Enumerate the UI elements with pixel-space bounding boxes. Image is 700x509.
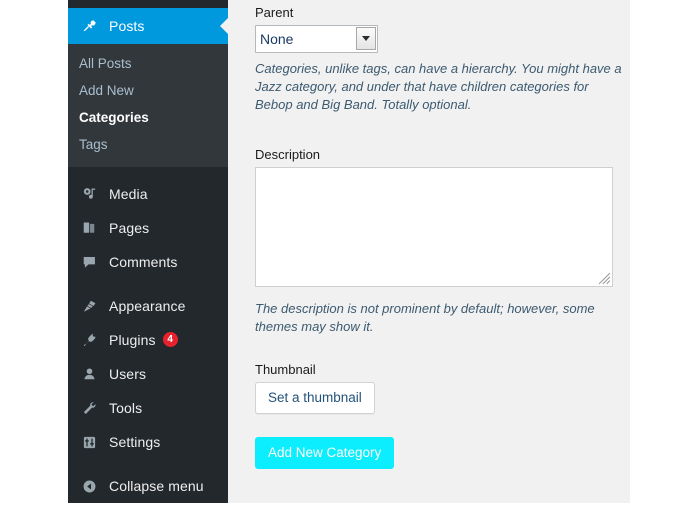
description-textarea-wrapper <box>255 167 613 287</box>
sidebar-item-users[interactable]: Users <box>68 357 228 391</box>
collapse-menu-button[interactable]: Collapse menu <box>68 469 228 503</box>
posts-submenu: All Posts Add New Categories Tags <box>68 44 228 167</box>
active-arrow-notch <box>220 17 228 35</box>
sidebar-item-plugins[interactable]: Plugins 4 <box>68 323 228 357</box>
thumbnail-label: Thumbnail <box>255 362 316 377</box>
comments-icon <box>78 252 100 272</box>
set-thumbnail-button[interactable]: Set a thumbnail <box>255 382 375 414</box>
description-textarea[interactable] <box>255 167 613 287</box>
thumbnail-field: Thumbnail Set a thumbnail <box>255 362 375 414</box>
sidebar-item-label: Users <box>109 366 147 382</box>
sidebar-item-label: Media <box>109 186 148 202</box>
sidebar-item-label: Tools <box>109 400 143 416</box>
sidebar-item-settings[interactable]: Settings <box>68 425 228 459</box>
wordpress-admin-page: Posts All Posts Add New Categories Tags <box>0 0 700 509</box>
sidebar-item-tools[interactable]: Tools <box>68 391 228 425</box>
paintbrush-icon <box>78 296 100 316</box>
admin-sidebar: Posts All Posts Add New Categories Tags <box>68 0 228 503</box>
media-icon <box>78 184 100 204</box>
pin-icon <box>78 16 100 36</box>
description-field: Description The description is not promi… <box>255 147 626 336</box>
parent-select[interactable]: None <box>255 25 378 53</box>
submenu-item-label: Tags <box>79 137 108 152</box>
description-label: Description <box>255 147 321 162</box>
submit-row: Add New Category <box>255 437 395 469</box>
user-icon <box>78 364 100 384</box>
parent-help-text: Categories, unlike tags, can have a hier… <box>255 61 622 112</box>
sidebar-item-appearance[interactable]: Appearance <box>68 289 228 323</box>
wrench-icon <box>78 398 100 418</box>
plugins-update-badge: 4 <box>162 331 178 347</box>
sliders-icon <box>78 432 100 452</box>
plug-icon <box>78 330 100 350</box>
submenu-item-label: All Posts <box>79 56 132 71</box>
parent-field: Parent None Categories, unlike tags, can… <box>255 5 626 114</box>
sidebar-item-label: Posts <box>109 18 145 34</box>
submenu-item-all-posts[interactable]: All Posts <box>68 50 228 77</box>
submenu-item-add-new[interactable]: Add New <box>68 77 228 104</box>
sidebar-top-strip <box>68 0 228 8</box>
sidebar-item-label: Settings <box>109 434 161 450</box>
parent-label: Parent <box>255 5 294 20</box>
collapse-menu-label: Collapse menu <box>109 478 204 494</box>
submenu-item-label: Add New <box>79 83 134 98</box>
category-form-panel: Parent None Categories, unlike tags, can… <box>228 0 630 503</box>
submenu-item-label: Categories <box>79 110 149 125</box>
sidebar-item-media[interactable]: Media <box>68 177 228 211</box>
description-help-text: The description is not prominent by defa… <box>255 301 595 334</box>
submenu-item-categories[interactable]: Categories <box>68 104 228 131</box>
sidebar-item-label: Plugins <box>109 332 156 348</box>
sidebar-item-label: Appearance <box>109 298 186 314</box>
submenu-item-tags[interactable]: Tags <box>68 131 228 158</box>
parent-select-wrapper: None <box>255 25 378 53</box>
sidebar-item-posts[interactable]: Posts <box>68 8 228 44</box>
sidebar-item-label: Comments <box>109 254 178 270</box>
sidebar-item-pages[interactable]: Pages <box>68 211 228 245</box>
sidebar-item-label: Pages <box>109 220 150 236</box>
pages-icon <box>78 218 100 238</box>
arrow-left-circle-icon <box>78 476 100 496</box>
sidebar-item-comments[interactable]: Comments <box>68 245 228 279</box>
add-new-category-button[interactable]: Add New Category <box>255 437 395 469</box>
